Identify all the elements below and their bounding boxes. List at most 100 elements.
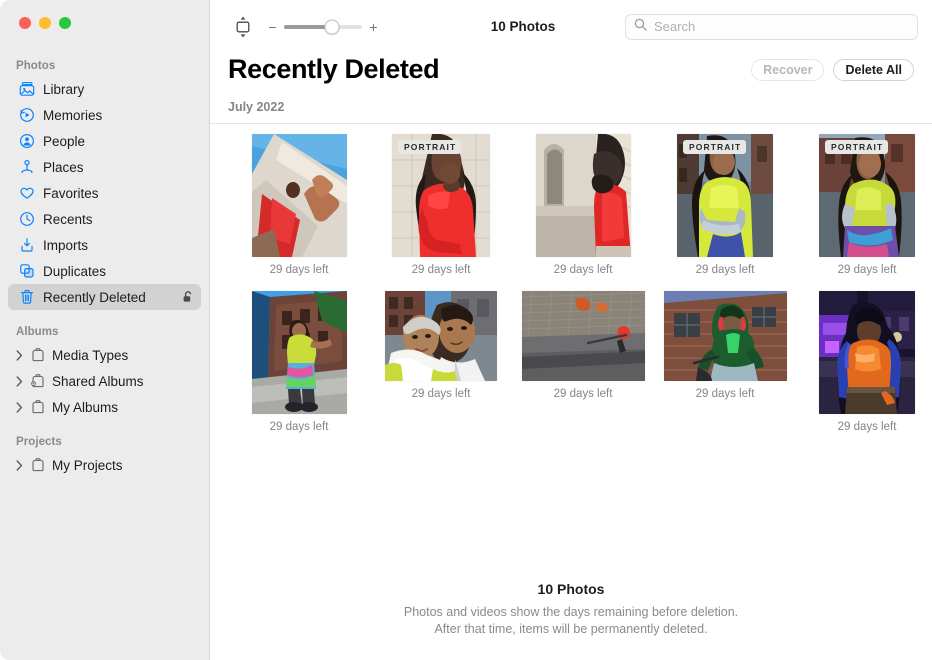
search-placeholder: Search [654, 19, 695, 34]
recover-button[interactable]: Recover [751, 59, 824, 81]
photo-caption: 29 days left [554, 264, 613, 276]
import-icon [18, 237, 35, 254]
footer-description-line-1: Photos and videos show the days remainin… [210, 604, 932, 621]
people-icon [18, 133, 35, 150]
sidebar-item-people[interactable]: People [8, 128, 201, 154]
sidebar-section-title-projects: Projects [0, 436, 209, 452]
photo-thumbnail[interactable]: PORTRAIT [677, 134, 773, 257]
title-row: Recently Deleted Recover Delete All [228, 53, 914, 95]
search-input[interactable]: Search [625, 14, 918, 40]
sidebar-item-label: People [43, 134, 85, 149]
photo-cell[interactable]: 29 days left [512, 291, 654, 400]
window-traffic-lights [0, 0, 209, 44]
sidebar-item-label: My Projects [52, 458, 123, 473]
portrait-badge: PORTRAIT [398, 140, 461, 154]
album-icon [30, 457, 46, 474]
sidebar-item-recently-deleted[interactable]: Recently Deleted [8, 284, 201, 310]
sidebar-item-memories[interactable]: Memories [8, 102, 201, 128]
photo-thumbnail[interactable]: PORTRAIT [819, 134, 915, 257]
page-title: Recently Deleted [228, 53, 439, 85]
album-icon [30, 399, 46, 416]
main-content: − + 10 Photos Search Recently Deleted [210, 0, 932, 660]
photo-cell[interactable]: 29 days left [370, 291, 512, 400]
sidebar-item-label: Recently Deleted [43, 290, 146, 305]
sidebar-item-label: Recents [43, 212, 93, 227]
sidebar-item-my-albums[interactable]: My Albums [8, 394, 201, 420]
sidebar-section-projects: Projects My Projects [0, 436, 209, 478]
photo-caption: 29 days left [696, 264, 755, 276]
photo-image [385, 291, 497, 381]
zoom-in-label[interactable]: + [369, 20, 378, 34]
photo-caption: 29 days left [838, 264, 897, 276]
sidebar-item-recents[interactable]: Recents [8, 206, 201, 232]
minimize-button[interactable] [39, 17, 51, 29]
header-actions: Recover Delete All [751, 53, 914, 81]
photo-caption: 29 days left [270, 264, 329, 276]
photo-image [819, 291, 915, 414]
sidebar-item-duplicates[interactable]: Duplicates [8, 258, 201, 284]
memories-icon [18, 107, 35, 124]
sidebar-item-shared-albums[interactable]: Shared Albums [8, 368, 201, 394]
photo-cell[interactable]: 29 days left [228, 291, 370, 433]
zoom-slider-track[interactable] [284, 25, 362, 29]
photo-image [522, 291, 645, 381]
photo-image [252, 134, 347, 257]
sidebar-item-my-projects[interactable]: My Projects [8, 452, 201, 478]
sidebar-item-places[interactable]: Places [8, 154, 201, 180]
chevron-right-icon[interactable] [14, 376, 24, 387]
photo-caption: 29 days left [270, 421, 329, 433]
photo-thumbnail[interactable] [819, 291, 915, 414]
sidebar-item-favorites[interactable]: Favorites [8, 180, 201, 206]
photo-thumbnail[interactable] [522, 291, 645, 381]
album-icon [30, 347, 46, 364]
sidebar-section-title-photos: Photos [0, 60, 209, 76]
photo-cell[interactable]: PORTRAIT 29 days left [654, 134, 796, 276]
unlocked-padlock-icon[interactable] [181, 290, 195, 304]
sidebar-item-media-types[interactable]: Media Types [8, 342, 201, 368]
chevron-right-icon[interactable] [14, 350, 24, 361]
photo-cell[interactable]: 29 days left [228, 134, 370, 276]
sidebar: Photos Library Memories People [0, 0, 210, 660]
photo-cell[interactable]: PORTRAIT 29 days left [370, 134, 512, 276]
photo-grid[interactable]: 29 days left [210, 124, 932, 660]
close-button[interactable] [19, 17, 31, 29]
sidebar-item-imports[interactable]: Imports [8, 232, 201, 258]
photo-thumbnail[interactable]: PORTRAIT [392, 134, 490, 257]
sidebar-section-photos: Photos Library Memories People [0, 60, 209, 310]
photo-thumbnail[interactable] [252, 134, 347, 257]
footer-photo-count: 10 Photos [210, 581, 932, 597]
photo-thumbnail[interactable] [536, 134, 631, 257]
zoom-slider[interactable]: − + [268, 20, 378, 34]
photo-thumbnail[interactable] [252, 291, 347, 414]
grid-footer: 10 Photos Photos and videos show the day… [210, 581, 932, 638]
zoom-out-label[interactable]: − [268, 20, 277, 34]
photo-cell[interactable]: 29 days left [796, 291, 932, 433]
sidebar-item-label: Places [43, 160, 84, 175]
photo-cell[interactable]: 29 days left [512, 134, 654, 276]
library-icon [18, 81, 35, 98]
sidebar-item-label: Duplicates [43, 264, 106, 279]
sidebar-item-label: Imports [43, 238, 88, 253]
zoom-slider-knob[interactable] [325, 19, 340, 34]
photo-caption: 29 days left [554, 388, 613, 400]
trash-icon [18, 289, 35, 306]
photo-thumbnail[interactable] [664, 291, 787, 381]
photo-grid-row: 29 days left [210, 134, 932, 276]
zoom-thumbnail-size-icon[interactable] [228, 14, 258, 40]
photo-cell[interactable]: 29 days left [654, 291, 796, 400]
photos-app-window: Photos Library Memories People [0, 0, 932, 660]
footer-description-line-2: After that time, items will be permanent… [210, 621, 932, 638]
photo-thumbnail[interactable] [385, 291, 497, 381]
sidebar-section-title-albums: Albums [0, 326, 209, 342]
chevron-right-icon[interactable] [14, 402, 24, 413]
places-icon [18, 159, 35, 176]
clock-icon [18, 211, 35, 228]
photo-grid-row: 29 days left [210, 291, 932, 433]
maximize-button[interactable] [59, 17, 71, 29]
photo-caption: 29 days left [412, 264, 471, 276]
delete-all-button[interactable]: Delete All [833, 59, 914, 81]
duplicates-icon [18, 263, 35, 280]
sidebar-item-library[interactable]: Library [8, 76, 201, 102]
chevron-right-icon[interactable] [14, 460, 24, 471]
photo-cell[interactable]: PORTRAIT 29 days left [796, 134, 932, 276]
